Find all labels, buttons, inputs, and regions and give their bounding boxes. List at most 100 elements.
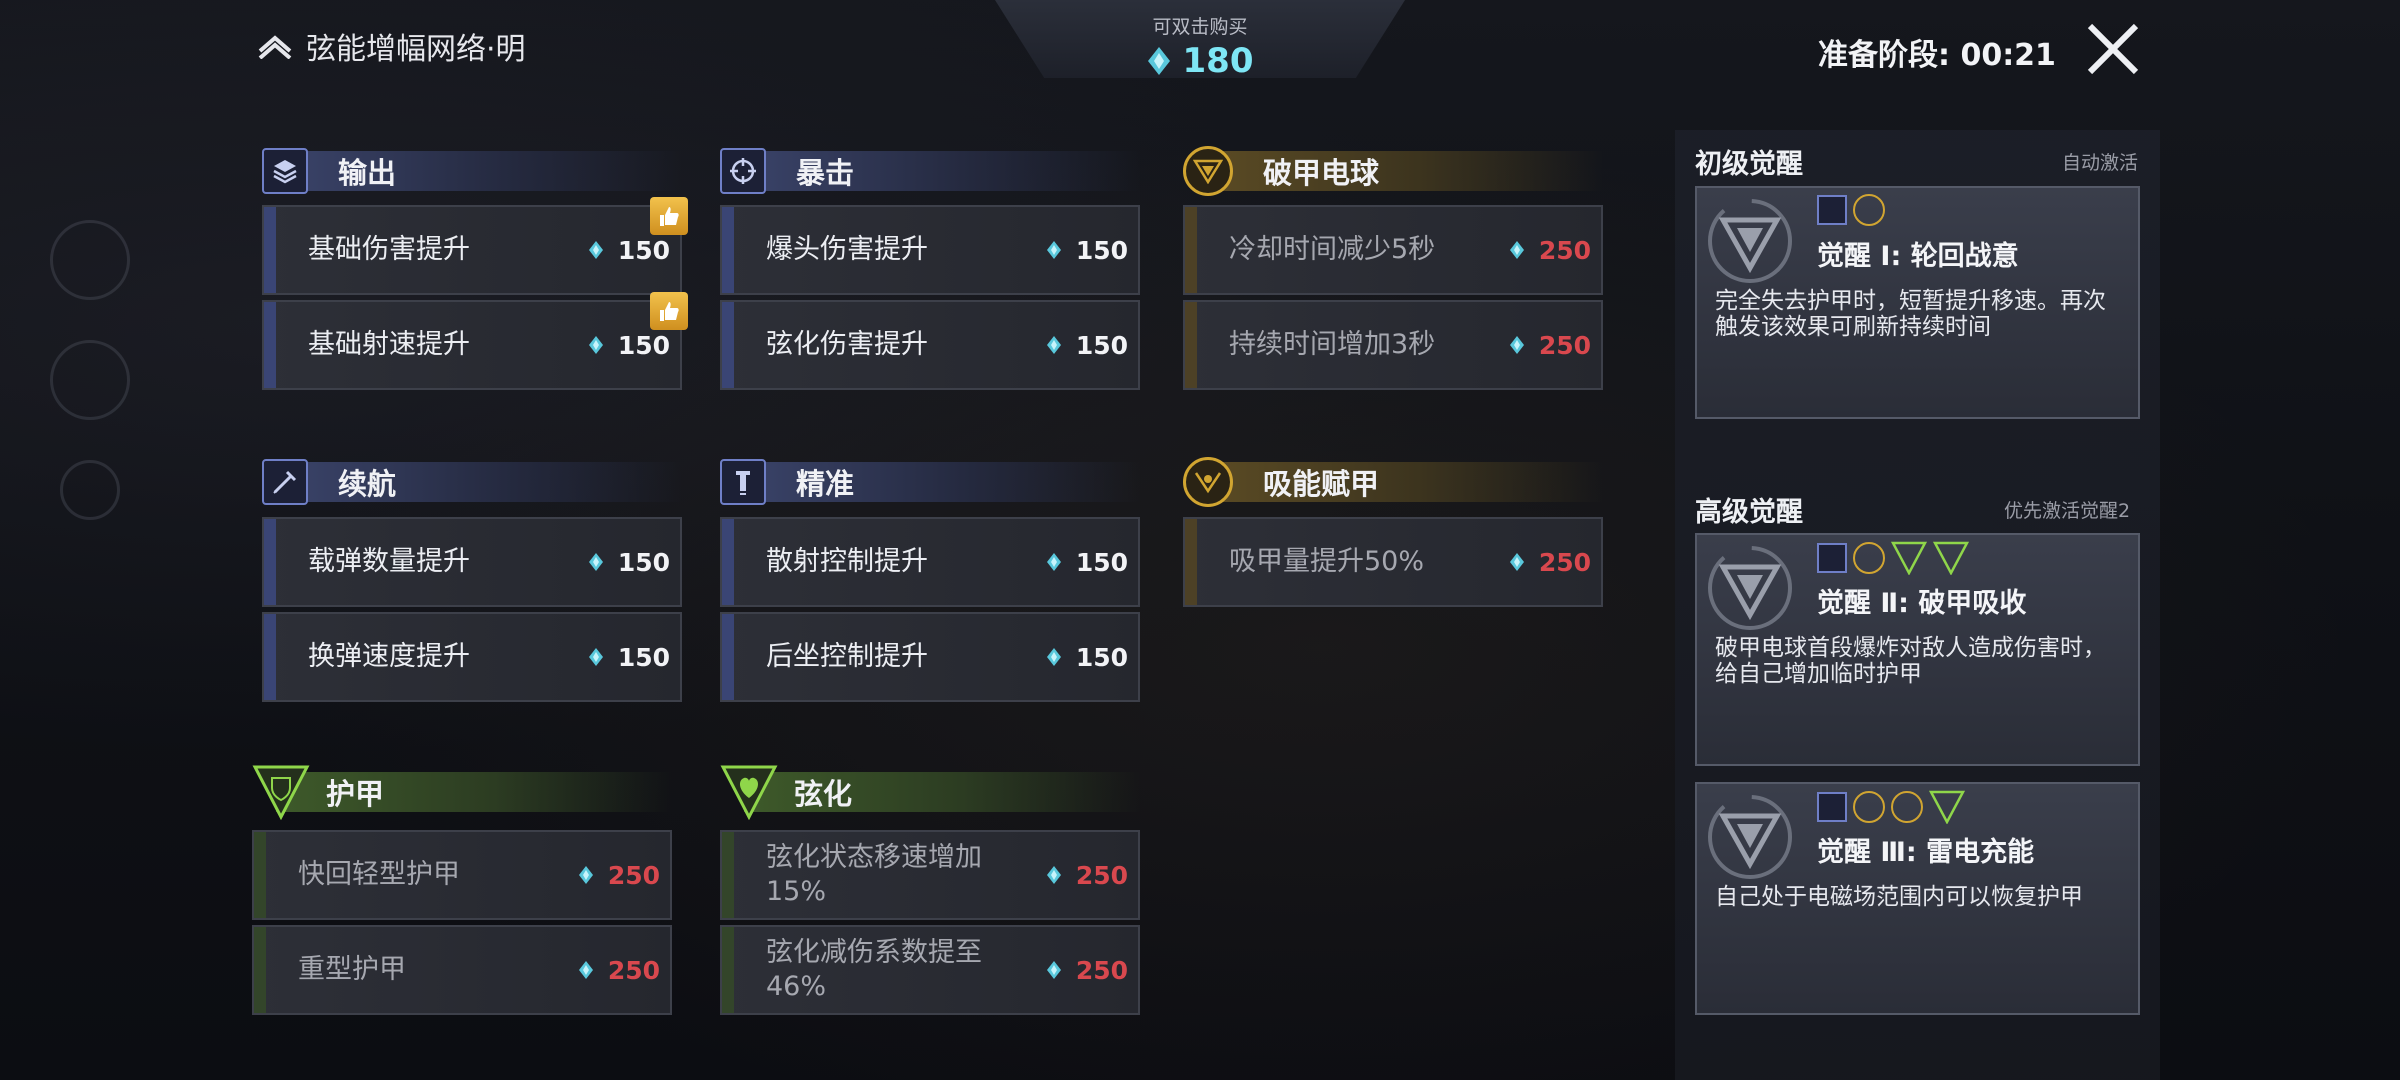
- item-price: 250: [1509, 331, 1591, 360]
- upgrade-item-armor-absorb[interactable]: 吸甲量提升50% 250: [1183, 517, 1603, 607]
- shield-icon: [252, 765, 310, 820]
- upgrade-item-recoil-control[interactable]: 后坐控制提升 150: [720, 612, 1140, 702]
- item-price: 150: [1046, 548, 1128, 577]
- item-price: 250: [1509, 236, 1591, 265]
- item-price: 250: [1046, 956, 1128, 985]
- upgrade-item-string-damage[interactable]: 弦化伤害提升 150: [720, 300, 1140, 390]
- awakening-title: 觉醒 Ⅲ: 雷电充能: [1817, 837, 2035, 868]
- item-name: 换弹速度提升: [308, 641, 470, 672]
- upgrade-item-duration[interactable]: 持续时间增加3秒 250: [1183, 300, 1603, 390]
- awakening-card-1[interactable]: 觉醒 Ⅰ: 轮回战意 完全失去护甲时，短暂提升移速。再次触发该效果可刷新持续时间: [1695, 186, 2140, 419]
- crosshair-icon: [720, 148, 766, 194]
- thumbs-up-icon: [650, 292, 688, 330]
- gem-icon: [1046, 648, 1061, 666]
- category-label: 输出: [338, 156, 397, 190]
- item-price: 150: [588, 236, 670, 265]
- category-string: 弦化: [720, 765, 1140, 820]
- gem-icon: [1046, 241, 1061, 259]
- item-name: 载弹数量提升: [308, 546, 470, 577]
- bullet-icon: [720, 459, 766, 505]
- currency-panel: 可双击购买 180: [995, 0, 1405, 78]
- gem-icon: [588, 553, 603, 571]
- item-price: 150: [1046, 331, 1128, 360]
- category-armor: 护甲: [252, 765, 672, 820]
- item-name: 冷却时间减少5秒: [1229, 234, 1436, 265]
- circle-slot-icon: [1853, 194, 1885, 226]
- upgrade-item-headshot-damage[interactable]: 爆头伤害提升 150: [720, 205, 1140, 295]
- upgrade-item-string-damage-reduction[interactable]: 弦化减伤系数提至46% 250: [720, 925, 1140, 1015]
- currency-hint: 可双击购买: [1152, 16, 1248, 38]
- square-slot-icon: [1817, 543, 1847, 573]
- awakening-emblem-icon: [1708, 546, 1792, 630]
- upgrade-item-light-armor[interactable]: 快回轻型护甲 250: [252, 830, 672, 920]
- item-price: 250: [1509, 548, 1591, 577]
- item-name: 弦化减伤系数提至46%: [766, 937, 982, 1002]
- cube-layers-icon: [262, 148, 308, 194]
- upgrade-item-reload-speed[interactable]: 换弹速度提升 150: [262, 612, 682, 702]
- category-precision: 精准: [720, 458, 1140, 506]
- triangle-slot-icon: [1891, 541, 1927, 575]
- phase-timer: 准备阶段: 00:21: [1818, 38, 2056, 73]
- heart-shield-icon: [720, 765, 778, 820]
- gem-icon: [578, 961, 593, 979]
- awakening-card-3[interactable]: 觉醒 Ⅲ: 雷电充能 自己处于电磁场范围内可以恢复护甲: [1695, 782, 2140, 1015]
- item-price: 250: [578, 956, 660, 985]
- upgrade-item-cooldown[interactable]: 冷却时间减少5秒 250: [1183, 205, 1603, 295]
- item-name: 散射控制提升: [766, 546, 928, 577]
- item-price: 150: [588, 643, 670, 672]
- slot-requirements: [1817, 790, 1965, 824]
- upgrade-item-ammo-capacity[interactable]: 载弹数量提升 150: [262, 517, 682, 607]
- chevron-up-icon[interactable]: [258, 33, 292, 59]
- category-label: 暴击: [796, 156, 855, 190]
- energy-absorb-icon: [1183, 457, 1233, 507]
- armor-break-orb-icon: [1183, 146, 1233, 196]
- gem-icon: [1147, 47, 1170, 75]
- upgrade-item-base-fire-rate[interactable]: 基础射速提升 150: [262, 292, 688, 390]
- gem-icon: [1509, 553, 1524, 571]
- category-sustain: 续航: [262, 458, 682, 506]
- awakening-description: 破甲电球首段爆炸对敌人造成伤害时，给自己增加临时护甲: [1715, 635, 2106, 687]
- awakening-emblem-icon: [1708, 199, 1792, 283]
- awakening-title: 觉醒 Ⅰ: 轮回战意: [1817, 241, 2019, 272]
- category-energy-absorb: 吸能赋甲: [1183, 457, 1603, 507]
- thumbs-up-icon: [650, 197, 688, 235]
- category-armor-break-orb: 破甲电球: [1183, 146, 1603, 196]
- upgrade-item-spread-control[interactable]: 散射控制提升 150: [720, 517, 1140, 607]
- triangle-slot-icon: [1933, 541, 1969, 575]
- item-name: 弦化状态移速增加15%: [766, 842, 982, 907]
- item-price: 250: [1046, 861, 1128, 890]
- gem-icon: [1509, 336, 1524, 354]
- currency-value: 180: [1182, 41, 1254, 81]
- item-name: 持续时间增加3秒: [1229, 329, 1436, 360]
- slot-requirements: [1817, 541, 1969, 575]
- item-name: 基础伤害提升: [308, 234, 470, 265]
- advanced-awakening-hint: 优先激活觉醒2: [2004, 500, 2131, 522]
- currency-amount: 180: [995, 41, 1405, 81]
- awakening-title: 觉醒 Ⅱ: 破甲吸收: [1817, 588, 2027, 619]
- upgrade-item-string-move-speed[interactable]: 弦化状态移速增加15% 250: [720, 830, 1140, 920]
- circle-slot-icon: [1853, 542, 1885, 574]
- gem-icon: [1046, 336, 1061, 354]
- upgrade-item-heavy-armor[interactable]: 重型护甲 250: [252, 925, 672, 1015]
- gem-icon: [588, 336, 603, 354]
- category-label: 吸能赋甲: [1263, 467, 1380, 501]
- category-crit: 暴击: [720, 147, 1140, 195]
- close-icon[interactable]: [2082, 18, 2144, 80]
- awakening-card-2[interactable]: 觉醒 Ⅱ: 破甲吸收 破甲电球首段爆炸对敌人造成伤害时，给自己增加临时护甲: [1695, 533, 2140, 766]
- item-name: 基础射速提升: [308, 329, 470, 360]
- item-price: 150: [588, 331, 670, 360]
- category-label: 破甲电球: [1263, 156, 1380, 190]
- awakening-emblem-icon: [1708, 795, 1792, 879]
- advanced-awakening-title: 高级觉醒: [1695, 497, 1803, 528]
- syringe-icon: [262, 459, 308, 505]
- square-slot-icon: [1817, 792, 1847, 822]
- item-name: 快回轻型护甲: [298, 859, 460, 890]
- item-price: 150: [1046, 643, 1128, 672]
- page-header: 弦能增幅网络·明: [258, 24, 526, 68]
- gem-icon: [1046, 866, 1061, 884]
- awakening-description: 完全失去护甲时，短暂提升移速。再次触发该效果可刷新持续时间: [1715, 288, 2106, 340]
- upgrade-item-base-damage[interactable]: 基础伤害提升 150: [262, 197, 688, 295]
- square-slot-icon: [1817, 195, 1847, 225]
- gem-icon: [1046, 961, 1061, 979]
- basic-awakening-hint: 自动激活: [2062, 152, 2139, 174]
